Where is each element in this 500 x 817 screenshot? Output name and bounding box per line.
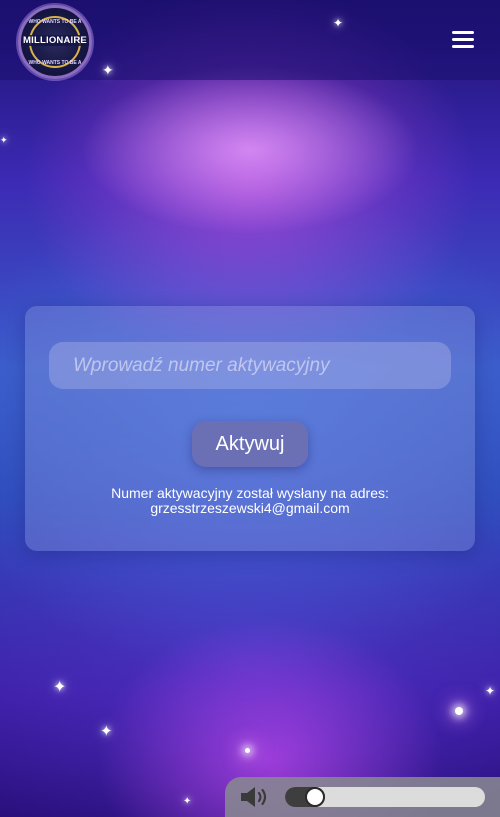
hamburger-menu-icon[interactable] xyxy=(452,29,476,51)
activation-code-input[interactable] xyxy=(49,342,451,389)
top-bar: WHO WANTS TO BE A MILLIONAIRE WHO WANTS … xyxy=(0,0,500,80)
sparkle-icon: ✦ xyxy=(100,723,113,740)
millionaire-logo[interactable]: WHO WANTS TO BE A MILLIONAIRE WHO WANTS … xyxy=(18,5,92,79)
menu-line xyxy=(452,38,474,41)
volume-icon[interactable] xyxy=(239,785,273,809)
activation-info-text: Numer aktywacyjny został wysłany na adre… xyxy=(111,485,389,501)
sparkle-icon: ✦ xyxy=(0,135,8,145)
logo-bottom-text: WHO WANTS TO BE A xyxy=(28,60,82,66)
volume-slider-thumb[interactable] xyxy=(304,787,325,807)
activate-button[interactable]: Aktywuj xyxy=(192,421,308,467)
sparkle-icon: ✦ xyxy=(183,796,192,807)
logo-top-text: WHO WANTS TO BE A xyxy=(28,19,82,25)
volume-slider[interactable] xyxy=(285,787,485,807)
sparkle-icon: ✦ xyxy=(485,684,496,698)
logo-title: MILLIONAIRE xyxy=(21,35,89,46)
menu-line xyxy=(452,45,474,48)
glow-dot xyxy=(245,748,250,753)
sparkle-icon: ✦ xyxy=(102,62,114,78)
sound-control-bar xyxy=(225,777,500,817)
menu-line xyxy=(452,31,474,34)
sparkle-icon: ✦ xyxy=(53,679,67,696)
sparkle-icon: ✦ xyxy=(333,16,344,30)
activation-card: Aktywuj Numer aktywacyjny został wysłany… xyxy=(25,306,475,551)
glow-dot xyxy=(455,707,463,715)
activation-email-text: grzesstrzeszewski4@gmail.com xyxy=(150,500,350,516)
